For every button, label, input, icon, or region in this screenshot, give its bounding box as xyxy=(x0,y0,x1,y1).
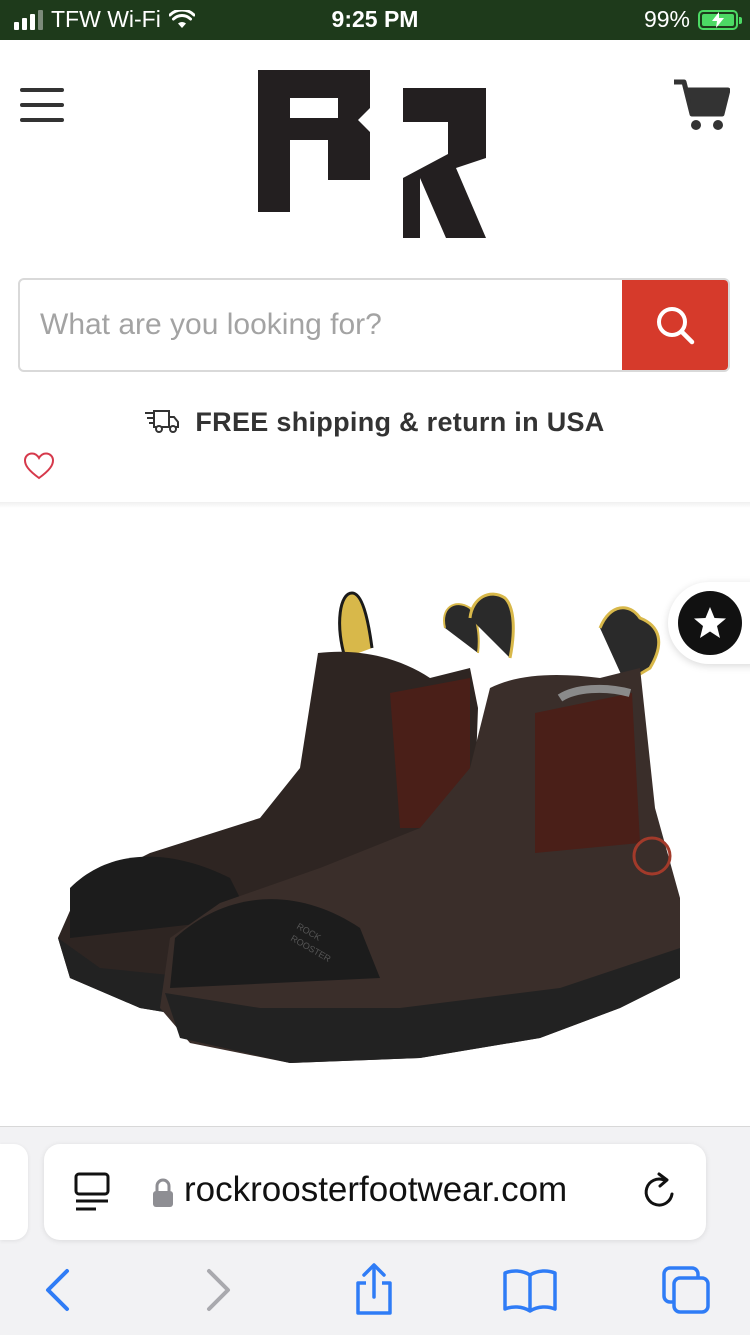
url-text: rockroosterfootwear.com xyxy=(184,1170,568,1209)
search-button[interactable] xyxy=(622,280,728,370)
back-icon xyxy=(46,1269,69,1311)
reviews-button[interactable] xyxy=(668,582,750,664)
status-right: 99% xyxy=(643,6,742,33)
shipping-banner: FREE shipping & return in USA xyxy=(0,402,750,442)
cart-button[interactable] xyxy=(672,76,731,134)
menu-button[interactable] xyxy=(20,88,64,122)
status-time: 9:25 PM xyxy=(331,6,419,32)
shipping-text: FREE shipping & return in USA xyxy=(195,406,605,437)
search-input[interactable] xyxy=(20,280,624,370)
battery-percent: 99% xyxy=(643,6,690,32)
lock-icon xyxy=(153,1178,173,1207)
share-icon xyxy=(356,1263,392,1315)
star-icon xyxy=(694,607,726,638)
address-bar[interactable]: rockroosterfootwear.com xyxy=(44,1144,706,1240)
heart-icon xyxy=(23,452,55,480)
rock-rooster-logo[interactable] xyxy=(258,70,488,240)
back-button[interactable] xyxy=(28,1262,88,1318)
search-box xyxy=(18,278,730,372)
status-bar: TFW Wi-Fi 9:25 PM 99% xyxy=(0,0,750,40)
reader-mode-icon[interactable] xyxy=(74,1172,110,1212)
bookmarks-button[interactable] xyxy=(500,1262,560,1318)
wishlist-button[interactable] xyxy=(23,452,55,482)
battery-charging-icon xyxy=(698,9,742,30)
share-button[interactable] xyxy=(344,1262,404,1318)
reload-icon[interactable] xyxy=(640,1172,680,1212)
product-image[interactable]: ROCK ROOSTER xyxy=(0,508,750,1128)
forward-button[interactable] xyxy=(188,1262,248,1318)
hamburger-menu-icon xyxy=(20,88,64,92)
search-icon xyxy=(657,307,695,345)
delivery-truck-icon xyxy=(145,410,180,433)
previous-tab-preview[interactable] xyxy=(0,1144,28,1240)
shopping-cart-icon xyxy=(674,79,731,130)
brown-chelsea-work-boots: ROCK ROOSTER xyxy=(58,591,680,1063)
forward-icon xyxy=(207,1269,230,1311)
tabs-button[interactable] xyxy=(656,1262,716,1318)
tabs-icon xyxy=(662,1266,710,1314)
bookmarks-icon xyxy=(503,1269,557,1313)
